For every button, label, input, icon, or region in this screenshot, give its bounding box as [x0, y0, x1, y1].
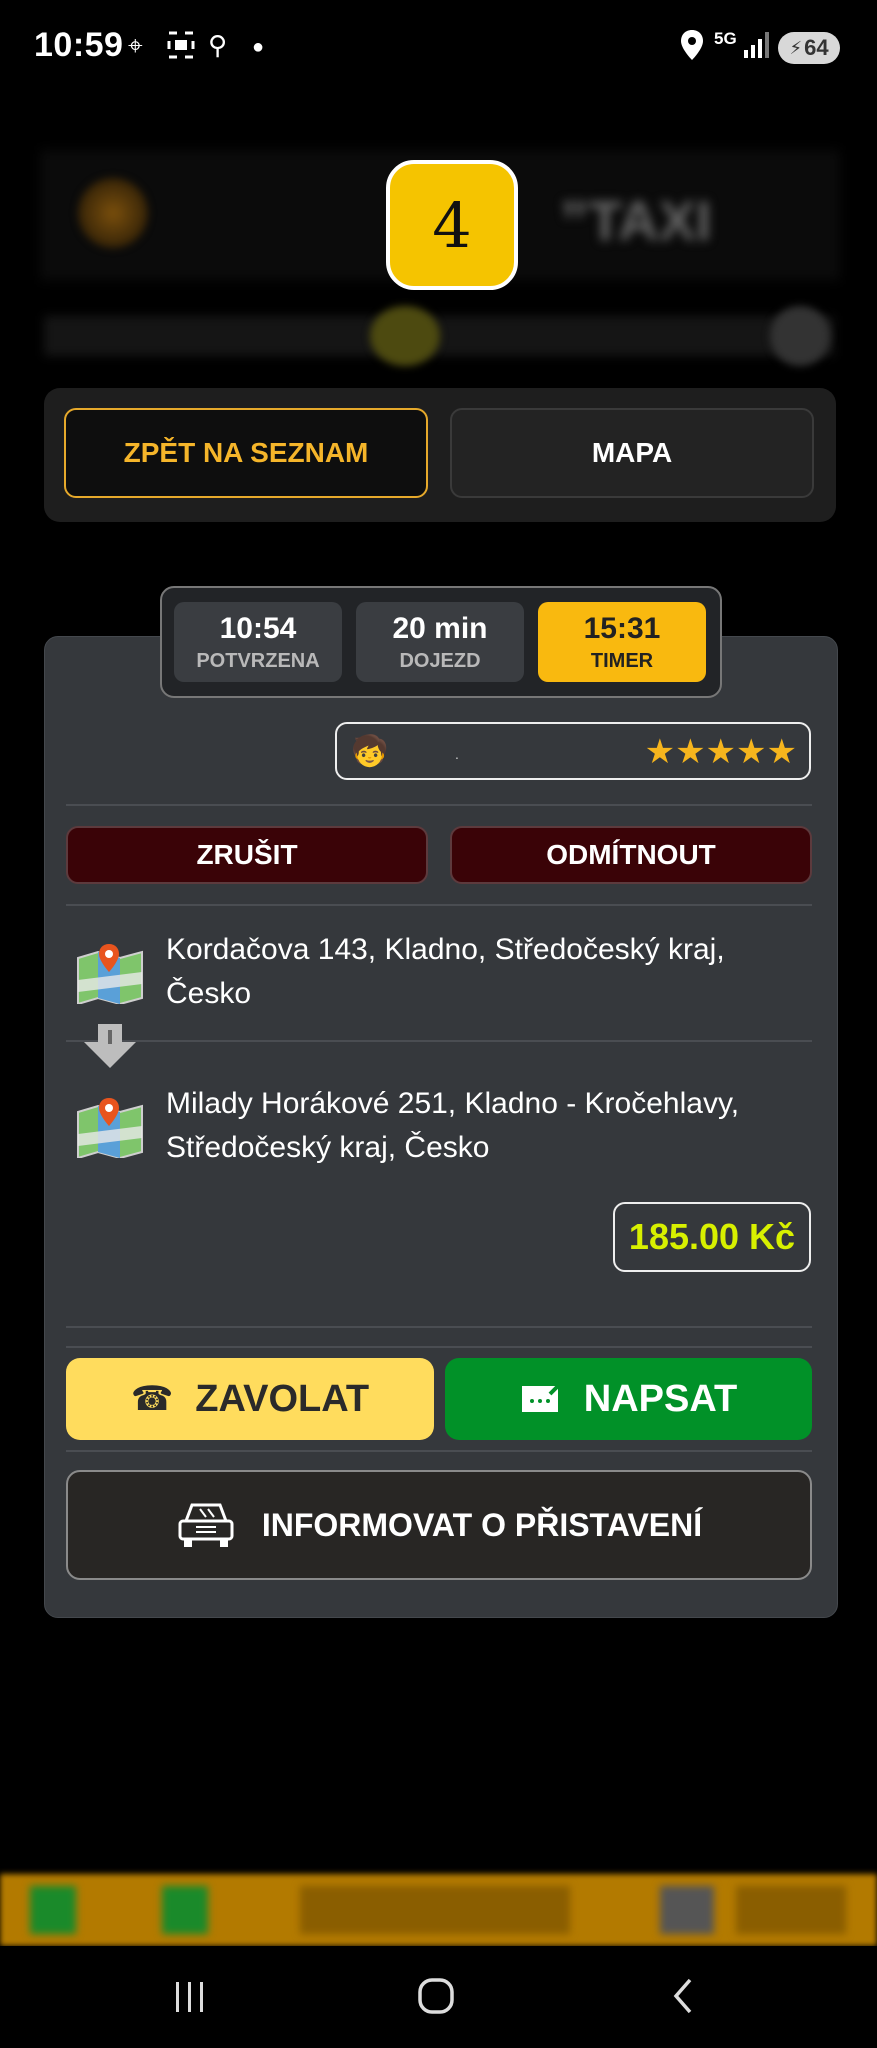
- divider: [66, 1450, 812, 1452]
- divider: [66, 904, 812, 906]
- divider: [66, 1346, 812, 1348]
- status-bar: 10:59 ⌖ ⚲ ● 5G ⚡ 64: [0, 0, 877, 100]
- timer-arrival-label: DOJEZD: [399, 650, 481, 672]
- timer-countdown-label: TIMER: [590, 650, 654, 672]
- pickup-address: Kordačova 143, Kladno, Středočeský kraj,…: [166, 928, 806, 1016]
- price-badge: 185.00 Kč: [613, 1202, 811, 1272]
- toolbar-label: [736, 1886, 846, 1934]
- network-type: 5G: [714, 29, 737, 48]
- reject-button[interactable]: ODMÍTNOUT: [450, 826, 812, 884]
- battery-level: 64: [804, 35, 829, 60]
- recent-apps-icon[interactable]: [170, 1976, 210, 2021]
- timer-bar: 10:54 POTVRZENA 20 min DOJEZD 15:31 TIME…: [160, 586, 722, 698]
- map-button[interactable]: MAPA: [450, 408, 814, 498]
- divider: [66, 1326, 812, 1328]
- system-navigation-bar: [0, 1946, 877, 2048]
- timer-confirmed-label: POTVRZENA: [196, 650, 320, 672]
- slider-end-icon: [770, 306, 830, 366]
- usb-icon: ⚲: [208, 30, 228, 60]
- pickup-address-line2: Česko: [166, 977, 252, 1010]
- status-time: 10:59: [34, 26, 124, 64]
- toolbar-green-icon[interactable]: [162, 1886, 208, 1934]
- sun-icon: [78, 178, 148, 248]
- message-icon: [520, 1384, 560, 1414]
- write-button[interactable]: NAPSAT: [445, 1358, 812, 1440]
- order-count-badge: 4: [386, 160, 518, 290]
- back-icon[interactable]: [664, 1976, 704, 2021]
- location-target-icon: ⌖: [128, 30, 143, 60]
- battery-icon: ⚡ 64: [778, 32, 840, 64]
- cancel-button[interactable]: ZRUŠIT: [66, 826, 428, 884]
- inform-arrival-button[interactable]: INFORMOVAT O PŘISTAVENÍ: [66, 1470, 812, 1580]
- dot-icon: ●: [252, 36, 265, 58]
- dropoff-address-line2: Středočeský kraj, Česko: [166, 1131, 490, 1164]
- customer-rating: 🧒 . ★★★★★: [335, 722, 811, 780]
- screenshot-icon: [166, 30, 196, 67]
- car-icon: [176, 1499, 236, 1551]
- timer-confirmed-value: 10:54: [219, 612, 297, 645]
- pickup-map-icon[interactable]: [76, 944, 144, 1006]
- pickup-address-line1: Kordačova 143, Kladno, Středočeský kraj,: [166, 933, 725, 966]
- nav-panel: ZPĚT NA SEZNAM MAPA: [44, 388, 836, 522]
- dropoff-address-line1: Milady Horákové 251, Kladno - Kročehlavy…: [166, 1087, 740, 1120]
- toolbar-grey-icon[interactable]: [660, 1886, 714, 1934]
- phone-icon: ☎: [130, 1380, 174, 1418]
- customer-name-mark: .: [455, 746, 459, 762]
- taxi-logo: ”TAXI: [560, 189, 712, 252]
- dropoff-map-icon[interactable]: [76, 1098, 144, 1160]
- signal-icon: [742, 30, 772, 65]
- timer-confirmed: 10:54 POTVRZENA: [174, 602, 342, 682]
- slider-knob[interactable]: [370, 306, 440, 366]
- home-icon[interactable]: [416, 1976, 456, 2021]
- call-button[interactable]: ☎ ZAVOLAT: [66, 1358, 434, 1440]
- write-button-label: NAPSAT: [583, 1377, 738, 1420]
- call-button-label: ZAVOLAT: [195, 1377, 370, 1420]
- inform-arrival-label: INFORMOVAT O PŘISTAVENÍ: [261, 1506, 703, 1543]
- customer-avatar-icon: 🧒: [351, 735, 389, 768]
- timer-countdown: 15:31 TIMER: [538, 602, 706, 682]
- timer-arrival-value: 20 min: [392, 612, 488, 645]
- timer-countdown-value: 15:31: [583, 612, 661, 645]
- toolbar-green-icon[interactable]: [30, 1886, 76, 1934]
- route-arrow-icon: [84, 1024, 136, 1068]
- back-to-list-button[interactable]: ZPĚT NA SEZNAM: [64, 408, 428, 498]
- star-rating: ★★★★★: [644, 733, 797, 771]
- location-pin-icon: [680, 30, 704, 67]
- divider: [66, 1040, 812, 1042]
- dropoff-address: Milady Horákové 251, Kladno - Kročehlavy…: [166, 1082, 806, 1170]
- timer-arrival: 20 min DOJEZD: [356, 602, 524, 682]
- divider: [66, 804, 812, 806]
- toolbar-label: [300, 1886, 570, 1934]
